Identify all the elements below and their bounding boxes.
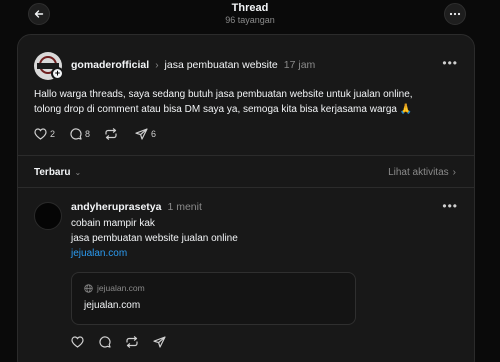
reply-body: cobain mampir kak jasa pembuatan website… xyxy=(71,216,238,261)
like-button[interactable]: 2 xyxy=(34,128,55,140)
post-username[interactable]: gomaderofficial xyxy=(71,59,149,71)
repost-button[interactable] xyxy=(125,336,139,348)
reply-link[interactable]: jejualan.com xyxy=(71,246,238,261)
divider xyxy=(18,155,474,156)
follow-plus-icon[interactable]: + xyxy=(51,67,64,80)
post-text-line: Hallo warga threads, saya sedang butuh j… xyxy=(34,89,413,100)
preview-domain-text: jejualan.com xyxy=(97,283,145,293)
post-topic[interactable]: jasa pembuatan website xyxy=(165,59,278,71)
post-more-button[interactable]: ••• xyxy=(442,56,458,70)
comment-button[interactable]: 8 xyxy=(69,128,90,140)
share-button[interactable]: 6 xyxy=(135,128,156,140)
header-title-group: Thread 96 tayangan xyxy=(0,2,500,26)
view-activity-link[interactable]: Lihat aktivitas › xyxy=(388,167,456,178)
chevron-right-icon: › xyxy=(452,166,456,178)
repost-button[interactable] xyxy=(104,128,121,140)
avatar[interactable] xyxy=(34,202,62,230)
page-title: Thread xyxy=(231,2,269,14)
post-text-line: tolong drop di comment atau bisa DM saya… xyxy=(34,104,413,115)
like-button[interactable] xyxy=(71,336,84,348)
like-count: 2 xyxy=(50,129,56,139)
reply-more-button[interactable]: ••• xyxy=(442,199,458,213)
comment-icon xyxy=(99,336,111,348)
preview-title: jejualan.com xyxy=(84,300,141,311)
top-bar: Thread 96 tayangan xyxy=(0,0,500,30)
post-actions: 2 8 6 xyxy=(34,128,156,140)
view-count: 96 tayangan xyxy=(225,15,275,25)
link-preview-card[interactable]: jejualan.com jejualan.com xyxy=(71,272,356,325)
share-button[interactable] xyxy=(153,336,166,348)
heart-icon xyxy=(34,128,47,140)
reply-text-line: jasa pembuatan website jualan online xyxy=(71,233,238,244)
chevron-right-icon: › xyxy=(155,59,159,71)
more-icon xyxy=(449,12,461,16)
reply-text-line: cobain mampir kak xyxy=(71,218,155,229)
reply-header: andyheruprasetya 1 menit xyxy=(71,201,202,213)
post-body: Hallo warga threads, saya sedang butuh j… xyxy=(34,87,464,117)
comment-button[interactable] xyxy=(98,336,111,348)
reply-username[interactable]: andyheruprasetya xyxy=(71,201,161,213)
reply-time: 1 menit xyxy=(167,201,202,213)
reply-actions xyxy=(71,336,166,348)
globe-icon xyxy=(84,283,93,293)
repost-icon xyxy=(105,128,117,140)
reply-sort-bar: Terbaru ⌄ Lihat aktivitas › xyxy=(34,164,456,180)
share-icon xyxy=(135,128,148,140)
post-header: gomaderofficial › jasa pembuatan website… xyxy=(71,59,315,71)
preview-domain: jejualan.com xyxy=(84,283,145,293)
activity-label: Lihat aktivitas xyxy=(388,166,449,178)
thread-card: + gomaderofficial › jasa pembuatan websi… xyxy=(17,34,475,362)
thread-menu-button[interactable] xyxy=(444,3,466,25)
heart-icon xyxy=(71,336,84,348)
sort-label: Terbaru xyxy=(34,166,71,178)
sort-dropdown[interactable]: Terbaru ⌄ xyxy=(34,167,81,178)
share-count: 6 xyxy=(151,129,157,139)
comment-icon xyxy=(70,128,82,140)
divider xyxy=(18,187,474,188)
share-icon xyxy=(153,336,166,348)
chevron-down-icon: ⌄ xyxy=(74,167,82,177)
repost-icon xyxy=(126,336,138,348)
post-time: 17 jam xyxy=(283,59,316,71)
comment-count: 8 xyxy=(85,129,91,139)
